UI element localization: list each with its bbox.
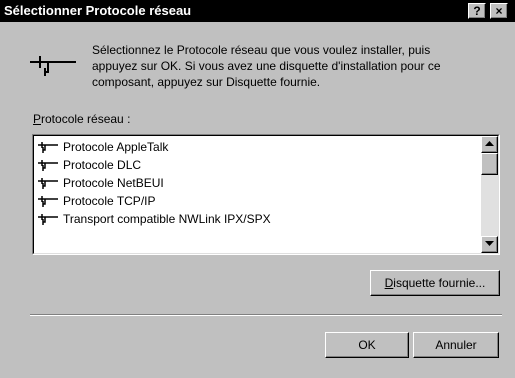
item-label: Protocole TCP/IP [63, 194, 156, 208]
separator-highlight [30, 315, 502, 316]
network-protocol-icon [30, 56, 76, 76]
accelerator-letter: D [384, 276, 394, 290]
have-disk-button[interactable]: Disquette fournie... [370, 270, 500, 296]
list-item[interactable]: Protocole AppleTalk [37, 138, 168, 156]
list-item[interactable]: Transport compatible NWLink IPX/SPX [37, 210, 271, 228]
vertical-scrollbar[interactable] [481, 136, 498, 253]
item-label: Protocole NetBEUI [63, 176, 164, 190]
item-label: Protocole AppleTalk [63, 140, 169, 154]
scroll-thumb[interactable] [481, 153, 498, 175]
arrow-down-icon [485, 241, 494, 246]
instruction-text: Sélectionnez le Protocole réseau que vou… [92, 42, 502, 90]
label-text: rotocole réseau : [41, 112, 131, 126]
instruction-line: appuyez sur OK. Si vous avez une disquet… [92, 59, 441, 73]
scroll-down-button[interactable] [481, 236, 498, 253]
arrow-up-icon [485, 141, 494, 146]
protocol-icon [38, 159, 58, 171]
button-text: isquette fournie... [393, 276, 486, 290]
window-title: Sélectionner Protocole réseau [4, 3, 192, 18]
protocol-listbox[interactable]: Protocole AppleTalk Protocole DLC Protoc… [32, 134, 500, 255]
close-button[interactable]: × [490, 3, 508, 19]
list-item[interactable]: Protocole DLC [37, 156, 141, 174]
accelerator-letter: P [33, 112, 42, 126]
title-bar[interactable]: Sélectionner Protocole réseau ? × [0, 0, 515, 22]
cancel-button[interactable]: Annuler [413, 332, 499, 358]
protocol-icon [38, 213, 58, 225]
help-button[interactable]: ? [468, 3, 486, 19]
protocol-icon [38, 177, 58, 189]
list-item[interactable]: Protocole TCP/IP [37, 192, 155, 210]
instruction-line: Sélectionnez le Protocole réseau que vou… [92, 43, 431, 57]
item-label: Transport compatible NWLink IPX/SPX [63, 212, 271, 226]
protocol-icon [38, 141, 58, 153]
list-item[interactable]: Protocole NetBEUI [37, 174, 164, 192]
select-network-protocol-dialog: Sélectionner Protocole réseau ? × Sélect… [0, 0, 515, 378]
scroll-up-button[interactable] [481, 136, 498, 153]
instruction-line: composant, appuyez sur Disquette fournie… [92, 75, 321, 89]
protocol-icon [38, 195, 58, 207]
ok-button[interactable]: OK [325, 332, 409, 358]
protocol-list-label: Protocole réseau : [33, 112, 130, 126]
item-label: Protocole DLC [63, 158, 142, 172]
